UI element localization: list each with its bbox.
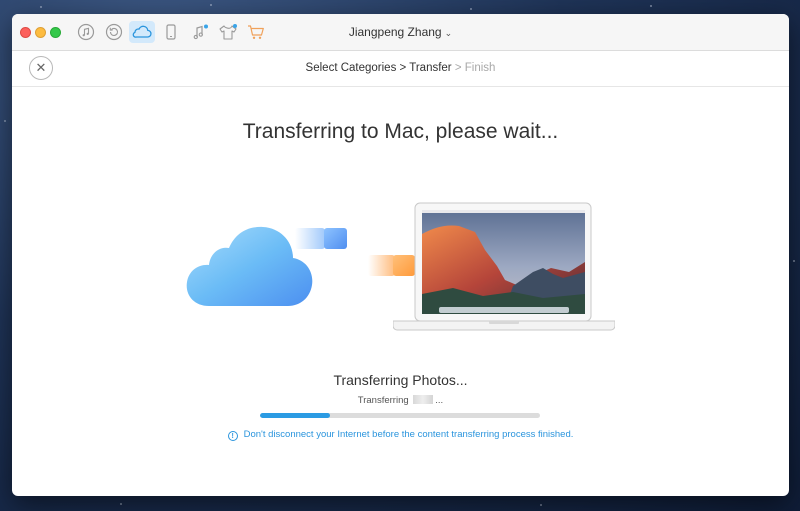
- progress-status-suffix: ...: [435, 395, 444, 406]
- title-bar: Jiangpeng Zhang ⌄: [12, 14, 789, 51]
- app-window: Jiangpeng Zhang ⌄ ✕ Select Categories > T…: [12, 14, 789, 496]
- step-finish: Finish: [464, 62, 496, 74]
- step-select-categories: Select Categories: [305, 62, 397, 74]
- progress-title: Transferring Photos...: [333, 372, 468, 388]
- progress-bar: [260, 413, 540, 418]
- chevron-down-icon: ⌄: [444, 28, 453, 38]
- step-transfer: Transfer: [409, 62, 452, 74]
- mac-laptop-icon: [392, 202, 616, 337]
- account-menu[interactable]: Jiangpeng Zhang ⌄: [12, 25, 789, 39]
- step-separator: >: [399, 62, 407, 74]
- transfer-trail: [295, 228, 325, 249]
- account-name: Jiangpeng Zhang: [348, 25, 442, 39]
- notice-text: Don't disconnect your Internet before th…: [243, 429, 574, 440]
- transfer-trail: [368, 255, 395, 276]
- blurred-item-name: [413, 395, 434, 404]
- transfer-item-icon: [324, 228, 347, 249]
- progress-status: Transferring ...: [12, 395, 789, 406]
- step-bar: ✕ Select Categories > Transfer > Finish: [12, 51, 789, 87]
- progress-bar-fill: [260, 413, 330, 418]
- breadcrumb: Select Categories > Transfer > Finish: [12, 62, 789, 74]
- step-separator: >: [454, 62, 462, 74]
- info-icon: !: [227, 431, 238, 441]
- page-title: Transferring to Mac, please wait...: [242, 120, 559, 143]
- connection-notice: ! Don't disconnect your Internet before t…: [12, 429, 789, 441]
- progress-status-prefix: Transferring: [357, 395, 409, 406]
